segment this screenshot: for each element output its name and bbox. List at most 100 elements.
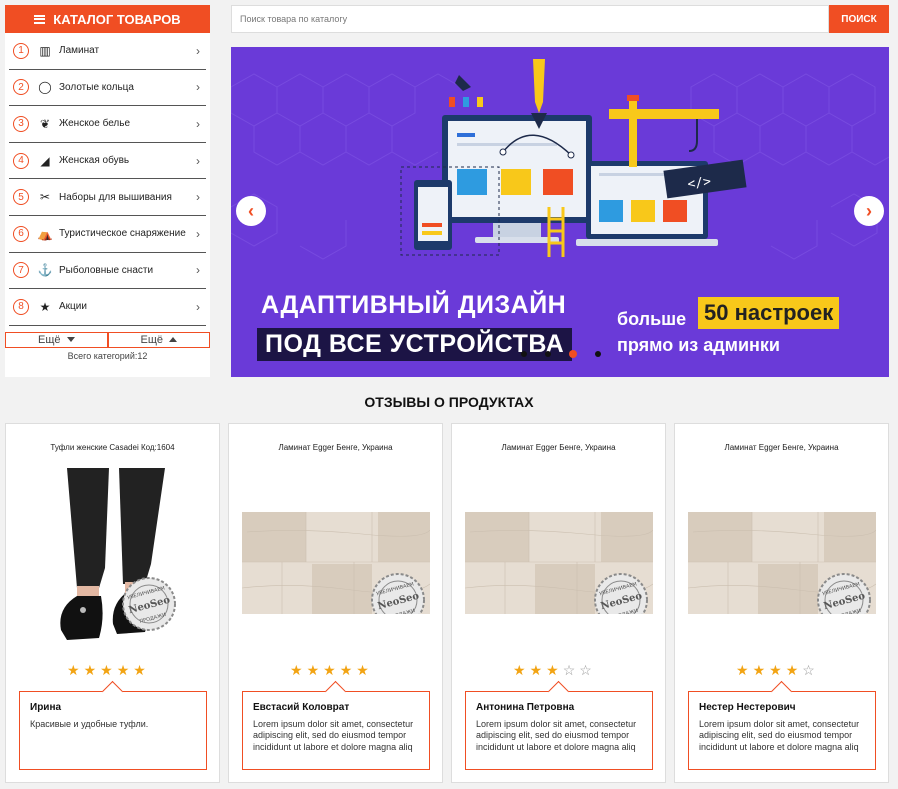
show-less-label: Ещё <box>140 333 163 346</box>
search-button[interactable]: ПОИСК <box>829 5 889 33</box>
sewing-machine-icon: ✂ <box>39 190 51 205</box>
chevron-right-icon: › <box>196 190 200 205</box>
category-item[interactable]: 5 ✂ Наборы для вышивания › <box>9 179 206 216</box>
catalog-title: КАТАЛОГ ТОВАРОВ <box>53 11 181 27</box>
product-image: NeoSeoУВЕЛИЧИВАЕМПРОДАЖИ <box>687 512 877 627</box>
star-filled-icon: ★ <box>546 662 559 678</box>
review-text: Красивые и удобные туфли. <box>30 719 149 729</box>
product-image: NeoSeoУВЕЛИЧИВАЕМПРОДАЖИ <box>47 468 179 657</box>
underwear-icon: ❦ <box>39 116 51 131</box>
chevron-right-icon: › <box>196 263 200 278</box>
product-image-link[interactable]: NeoSeoУВЕЛИЧИВАЕМПРОДАЖИ <box>464 512 654 627</box>
chevron-right-icon: › <box>196 226 200 241</box>
banner-next-button[interactable]: › <box>854 196 884 226</box>
category-number: 2 <box>13 79 29 96</box>
show-less-button[interactable]: Ещё <box>107 331 210 348</box>
banner-more-text: больше <box>617 309 687 329</box>
rating-stars: ★ ★ ★ ★ ★ <box>67 662 146 679</box>
stars-icon: ★ <box>39 299 51 314</box>
slider-dot[interactable] <box>545 351 551 357</box>
category-item[interactable]: 4 ◢ Женская обувь › <box>9 143 206 180</box>
star-empty-icon: ☆ <box>562 662 576 678</box>
chevron-right-icon: › <box>196 299 200 314</box>
star-filled-icon: ★ <box>736 662 749 678</box>
star-filled-icon: ★ <box>83 662 97 678</box>
product-image: NeoSeoУВЕЛИЧИВАЕМПРОДАЖИ <box>464 512 654 627</box>
catalog-header-button[interactable]: КАТАЛОГ ТОВАРОВ <box>5 5 210 33</box>
reviewer-name: Ирина <box>30 702 62 713</box>
category-number: 7 <box>13 262 29 279</box>
tent-icon: ⛺ <box>37 226 53 241</box>
category-number: 3 <box>13 115 29 132</box>
star-filled-icon: ★ <box>290 662 303 678</box>
fishing-icon: ⚓ <box>37 263 53 278</box>
category-number: 4 <box>13 152 29 169</box>
category-item[interactable]: 7 ⚓ Рыболовные снасти › <box>9 253 206 290</box>
banner-prev-button[interactable]: ‹ <box>236 196 266 226</box>
product-image-link[interactable]: NeoSeoУВЕЛИЧИВАЕМПРОДАЖИ <box>687 512 877 627</box>
category-number: 5 <box>13 189 29 206</box>
star-filled-icon: ★ <box>116 662 130 678</box>
review-text: Lorem ipsum dolor sit amet, consectetur … <box>699 719 860 752</box>
star-filled-icon: ★ <box>529 662 543 678</box>
review-bubble: Ирина Красивые и удобные туфли. <box>19 691 207 770</box>
product-link[interactable]: Туфли женские Casadei Код:1604 <box>6 443 219 455</box>
review-text: Lorem ipsum dolor sit amet, consectetur … <box>253 719 414 752</box>
product-link[interactable]: Ламинат Egger Бенге, Украина <box>229 443 442 455</box>
category-label: Ламинат <box>59 45 100 57</box>
category-item[interactable]: 2 ◯ Золотые кольца › <box>9 70 206 107</box>
chevron-right-icon: › <box>866 200 872 221</box>
star-empty-icon: ☆ <box>802 662 815 678</box>
reviews-title: ОТЗЫВЫ О ПРОДУКТАХ <box>364 394 534 410</box>
chevron-right-icon: › <box>196 80 200 95</box>
show-more-button[interactable]: Ещё <box>5 331 108 348</box>
category-number: 6 <box>13 225 29 242</box>
category-label: Наборы для вышивания <box>59 191 172 203</box>
star-filled-icon: ★ <box>339 662 353 678</box>
category-label: Женское белье <box>59 118 131 130</box>
star-filled-icon: ★ <box>323 662 336 678</box>
star-filled-icon: ★ <box>306 662 320 678</box>
chevron-left-icon: ‹ <box>248 200 254 221</box>
catalog-sidebar: КАТАЛОГ ТОВАРОВ 1 ▥ Ламинат › 2 ◯ Золотые коль… <box>5 5 210 377</box>
reviewer-name: Евстасий Коловрат <box>253 702 350 713</box>
star-filled-icon: ★ <box>513 662 526 678</box>
search-input[interactable] <box>231 5 829 33</box>
product-image-link[interactable]: NeoSeoУВЕЛИЧИВАЕМПРОДАЖИ <box>241 512 431 627</box>
rating-stars: ★ ★ ★ ★ ☆ <box>736 662 815 679</box>
product-image-link[interactable]: NeoSeoУВЕЛИЧИВАЕМПРОДАЖИ <box>47 468 179 657</box>
review-card: Ламинат Egger Бенге, Украина NeoSeo УВЕЛИЧ… <box>228 423 443 783</box>
review-bubble: Нестер Нестерович Lorem ipsum dolor sit a… <box>688 691 876 770</box>
search-bar: ПОИСК <box>231 5 889 33</box>
category-label: Золотые кольца <box>59 81 134 93</box>
review-bubble: Антонина Петровна Lorem ipsum dolor sit a… <box>465 691 653 770</box>
star-filled-icon: ★ <box>67 662 80 678</box>
category-item[interactable]: 6 ⛺ Туристическое снаряжение › <box>9 216 206 253</box>
category-label: Женская обувь <box>59 155 130 167</box>
product-link[interactable]: Ламинат Egger Бенге, Украина <box>675 443 888 455</box>
reviewer-name: Нестер Нестерович <box>699 702 796 713</box>
slider-dot[interactable] <box>595 351 601 357</box>
category-label: Акции <box>59 301 87 313</box>
promo-banner[interactable]: </> ‹ › АДАПТИВНЫЙ ДИЗАЙН ПОД ВСЕ УСТРОЙ… <box>231 47 889 377</box>
product-link[interactable]: Ламинат Egger Бенге, Украина <box>452 443 665 455</box>
chevron-right-icon: › <box>196 153 200 168</box>
slider-dot[interactable] <box>521 351 527 357</box>
caret-down-icon <box>66 337 75 343</box>
category-item[interactable]: 1 ▥ Ламинат › <box>9 33 206 70</box>
category-number: 8 <box>13 298 29 315</box>
review-card: Туфли женские Casadei Код:1604 NeoSeo УВЕЛ… <box>5 423 220 783</box>
star-empty-icon: ☆ <box>579 662 592 678</box>
slider-dot[interactable] <box>569 350 577 358</box>
category-item[interactable]: 8 ★ Акции › <box>9 289 206 326</box>
rating-stars: ★ ★ ★ ☆ ☆ <box>513 662 592 679</box>
review-text: Lorem ipsum dolor sit amet, consectetur … <box>476 719 637 752</box>
banner-headline-1: АДАПТИВНЫЙ ДИЗАЙН <box>261 291 567 319</box>
category-label: Рыболовные снасти <box>59 264 154 276</box>
rating-stars: ★ ★ ★ ★ ★ <box>290 662 369 679</box>
category-total: Всего категорий:12 <box>67 350 148 361</box>
ring-icon: ◯ <box>38 80 52 95</box>
star-filled-icon: ★ <box>769 662 782 678</box>
category-item[interactable]: 3 ❦ Женское белье › <box>9 106 206 143</box>
star-filled-icon: ★ <box>100 662 113 678</box>
